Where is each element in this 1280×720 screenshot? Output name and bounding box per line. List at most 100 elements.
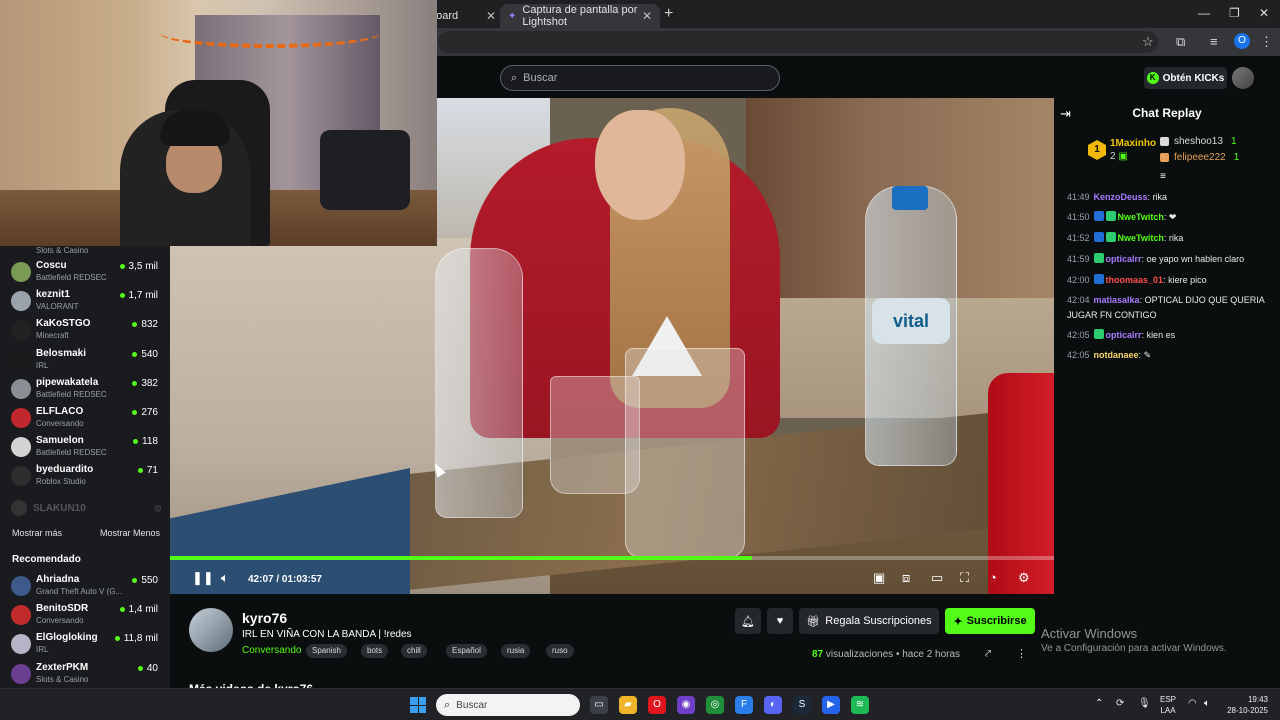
settings-gear-icon[interactable]: ⚙ <box>1018 570 1030 586</box>
tag-chip[interactable]: chill <box>401 644 427 658</box>
tag-chip[interactable]: rusia <box>501 644 531 658</box>
channel-name: keznit1 <box>36 289 70 301</box>
sidebar-item[interactable]: pipewakatela Battlefield REDSEC 382 <box>0 374 170 403</box>
user-avatar[interactable] <box>1232 67 1254 89</box>
wifi-icon[interactable]: ◠ <box>1188 698 1197 709</box>
fullscreen-icon[interactable]: ⛶ <box>960 570 969 586</box>
file-explorer-icon[interactable]: ▰ <box>619 696 637 714</box>
pause-icon[interactable]: ❚❚ <box>192 570 214 586</box>
viewer-count: 11,8 mil <box>114 633 158 644</box>
github-desktop-icon[interactable]: ◉ <box>677 696 695 714</box>
camera-off-icon: ⦸ <box>154 502 161 514</box>
tag-chip[interactable]: ruso <box>546 644 574 658</box>
subscribe-button[interactable]: ✦ Suscribirse <box>945 608 1035 634</box>
framer-icon[interactable]: F <box>735 696 753 714</box>
sidebar-item-offline[interactable]: SLAKUN10 ⦸ <box>11 499 161 517</box>
playback-speed-icon[interactable]: ◔ <box>989 570 997 585</box>
sidebar-item[interactable]: BenitoSDR Conversando 1,4 mil <box>0 600 170 629</box>
follow-heart-icon[interactable]: ♥ <box>767 608 793 634</box>
avatar <box>11 605 31 626</box>
seek-bar-progress <box>170 556 752 560</box>
close-tab-icon[interactable]: ✕ <box>642 9 652 23</box>
bottle-label: vital <box>872 298 950 344</box>
chat-username[interactable]: NweTwitch <box>1118 233 1164 243</box>
media-control-icon[interactable]: ≡ <box>1210 34 1218 49</box>
bookmark-star-icon[interactable]: ☆ <box>1142 34 1154 50</box>
tab-title: Captura de pantalla por Lightshot <box>522 4 638 28</box>
extensions-icon[interactable]: ⧉ <box>1176 34 1185 50</box>
sidebar-item[interactable]: ZexterPKM Slots & Casino 40 <box>0 659 170 688</box>
tab-lightshot[interactable]: ✦ Captura de pantalla por Lightshot ✕ <box>500 4 660 28</box>
search-input[interactable]: ⌕ Buscar <box>500 65 780 91</box>
viewer-count: 540 <box>132 349 158 360</box>
restore-icon[interactable]: ❐ <box>1229 6 1240 20</box>
speaker-icon[interactable]: 🔈︎ <box>1204 698 1210 709</box>
stream-category[interactable]: Conversando <box>242 645 301 656</box>
clip-icon[interactable]: ⧈ <box>902 570 910 586</box>
launcher-icon[interactable]: ▶ <box>822 696 840 714</box>
streamer-avatar[interactable] <box>189 608 233 652</box>
chat-username[interactable]: opticalrr <box>1106 330 1142 340</box>
chat-username[interactable]: thoomaas_01 <box>1106 275 1164 285</box>
more-options-icon[interactable]: ⋮ <box>1016 647 1027 660</box>
close-tab-icon[interactable]: ✕ <box>486 9 496 23</box>
notification-bell-icon[interactable]: 🔔︎ <box>735 608 761 634</box>
taskbar-search[interactable]: ⌕ Buscar <box>436 694 580 716</box>
tag-chip[interactable]: Spanish <box>306 644 347 658</box>
chevron-up-icon[interactable]: ⌃ <box>1095 698 1103 709</box>
chat-username[interactable]: KenzoDeuss <box>1094 192 1148 202</box>
discord-icon[interactable]: ◐ <box>764 696 782 714</box>
url-field[interactable] <box>438 31 1158 53</box>
leaderboard-row[interactable]: sheshoo13 1 <box>1160 136 1237 147</box>
task-view-icon[interactable]: ▭ <box>590 696 608 714</box>
profile-avatar[interactable]: O <box>1234 33 1250 49</box>
close-icon[interactable]: ✕ <box>1259 6 1269 20</box>
viewer-count-value: 550 <box>141 575 158 586</box>
sidebar-item[interactable]: ELFLACO Conversando 276 <box>0 403 170 432</box>
chat-username[interactable]: opticalrr <box>1106 254 1142 264</box>
sidebar-item[interactable]: ElGlogloking IRL 11,8 mil <box>0 629 170 658</box>
current-time: 42:07 <box>248 574 274 585</box>
chat-username[interactable]: matiasalka <box>1094 295 1140 305</box>
tag-chip[interactable]: Español <box>446 644 487 658</box>
channel-category: Battlefield REDSEC <box>36 273 107 282</box>
language-indicator[interactable]: ESP LAA <box>1160 694 1176 716</box>
microphone-icon[interactable]: 🎙︎ <box>1138 698 1151 709</box>
sidebar-item[interactable]: Belosmaki IRL 540 <box>0 345 170 374</box>
windows-start-icon[interactable] <box>410 697 426 713</box>
opera-icon[interactable]: O <box>648 696 666 714</box>
sidebar-item[interactable]: KaKoSTGO Minecraft 832 <box>0 315 170 344</box>
show-less-button[interactable]: Mostrar Menos <box>100 528 160 538</box>
new-tab-icon[interactable]: + <box>664 5 673 23</box>
show-more-button[interactable]: Mostrar más <box>12 528 62 538</box>
spotify-icon[interactable]: ≋ <box>851 696 869 714</box>
steam-icon[interactable]: S <box>793 696 811 714</box>
streamer-name[interactable]: kyro76 <box>242 610 287 626</box>
sync-icon[interactable]: ⟳ <box>1116 698 1124 709</box>
subscribe-label: Suscribirse <box>966 615 1027 627</box>
chat-username[interactable]: notdanaee <box>1094 350 1139 360</box>
theater-mode-icon[interactable]: ▭ <box>931 570 943 586</box>
leaderboard-row[interactable]: felipeee222 1 <box>1160 152 1239 163</box>
get-kicks-button[interactable]: K Obtén KICKs <box>1144 67 1227 89</box>
search-placeholder: Buscar <box>523 72 558 84</box>
clock[interactable]: 19:43 28-10-2025 <box>1224 694 1268 716</box>
menu-dots-icon[interactable]: ⋮ <box>1260 34 1273 50</box>
minimize-icon[interactable]: — <box>1198 6 1210 20</box>
sidebar-item[interactable]: keznit1 VALORANT 1,7 mil <box>0 286 170 315</box>
sidebar-item[interactable]: Ahriadna Grand Theft Auto V (G... 550 <box>0 571 170 600</box>
gift-subs-button[interactable]: 🎁︎ Regala Suscripciones <box>799 608 939 634</box>
channel-name: pipewakatela <box>36 376 99 388</box>
sidebar-item[interactable]: byeduardito Roblox Studio 71 <box>0 461 170 490</box>
sidebar-item[interactable]: Samuelon Battlefield REDSEC 118 <box>0 432 170 461</box>
chrome-icon[interactable]: ◎ <box>706 696 724 714</box>
avatar <box>11 663 31 684</box>
share-icon[interactable]: ⤤ <box>985 648 991 661</box>
chat-username[interactable]: NweTwitch <box>1118 212 1164 222</box>
sidebar-item[interactable]: Coscu Battlefield REDSEC 3,5 mil <box>0 257 170 286</box>
tab-board[interactable]: board ✕ <box>430 4 496 28</box>
tag-chip[interactable]: bots <box>361 644 389 658</box>
miniplayer-icon[interactable]: ▣ <box>873 570 885 586</box>
volume-icon[interactable]: 🔈︎ <box>221 570 229 586</box>
filter-icon[interactable]: ≡ <box>1160 171 1166 182</box>
